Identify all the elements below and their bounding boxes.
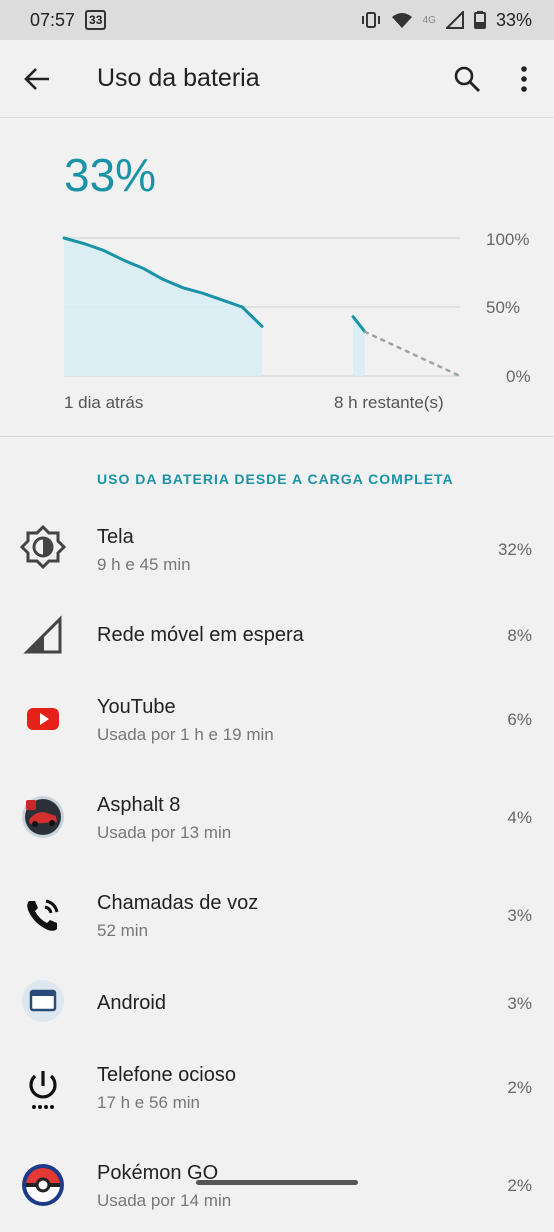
usage-item-pokemon-go[interactable]: Pokémon GO Usada por 14 min 2% bbox=[0, 1142, 554, 1232]
battery-percent: 33% bbox=[495, 9, 532, 30]
section-divider bbox=[0, 436, 554, 437]
notification-badge: 33 bbox=[85, 10, 107, 30]
more-options-icon[interactable] bbox=[512, 64, 536, 94]
cell-signal-icon bbox=[23, 615, 62, 654]
power-idle-icon bbox=[29, 1071, 57, 1109]
usage-item-detail: 9 h e 45 min bbox=[97, 555, 191, 574]
usage-item-name: YouTube bbox=[97, 696, 176, 718]
usage-item-detail: Usada por 1 h e 19 min bbox=[97, 725, 274, 744]
battery-icon bbox=[473, 11, 486, 29]
wifi-icon bbox=[391, 13, 412, 28]
y-tick-0: 0% bbox=[506, 367, 531, 386]
screen-brightness-icon bbox=[20, 524, 66, 570]
usage-item-percent: 6% bbox=[507, 710, 532, 729]
usage-item-name: Asphalt 8 bbox=[97, 794, 181, 816]
network-type: 4G bbox=[422, 14, 436, 26]
usage-item-percent: 8% bbox=[507, 626, 532, 645]
page-title: Uso da bateria bbox=[97, 64, 260, 92]
pokeball-icon bbox=[22, 1164, 64, 1206]
back-arrow-icon[interactable] bbox=[22, 64, 52, 94]
youtube-icon bbox=[27, 708, 59, 730]
usage-item-name: Tela bbox=[97, 526, 134, 548]
vibrate-icon bbox=[361, 12, 380, 28]
usage-item-percent: 3% bbox=[507, 906, 532, 925]
usage-item-tela[interactable]: Tela 9 h e 45 min 32% bbox=[0, 504, 554, 594]
usage-item-name: Telefone ocioso bbox=[97, 1064, 236, 1086]
asphalt8-icon bbox=[22, 796, 64, 838]
y-tick-100: 100% bbox=[486, 230, 530, 249]
usage-item-percent: 3% bbox=[507, 994, 532, 1013]
battery-history-chart bbox=[62, 236, 462, 378]
usage-item-android[interactable]: Android 3% bbox=[0, 958, 554, 1048]
battery-projection-line bbox=[363, 330, 462, 378]
x-label-end: 8 h restante(s) bbox=[334, 393, 444, 412]
usage-item-detail: 52 min bbox=[97, 921, 149, 940]
usage-item-telefone-ocioso[interactable]: Telefone ocioso 17 h e 56 min 2% bbox=[0, 1044, 554, 1134]
usage-item-percent: 32% bbox=[497, 540, 532, 559]
section-title: USO DA BATERIA DESDE A CARGA COMPLETA bbox=[97, 471, 454, 487]
battery-area-0 bbox=[64, 238, 262, 376]
x-label-start: 1 dia atrás bbox=[64, 393, 144, 412]
status-time: 07:57 bbox=[30, 9, 76, 30]
usage-item-youtube[interactable]: YouTube Usada por 1 h e 19 min 6% bbox=[0, 676, 554, 766]
battery-level-display: 33% bbox=[64, 149, 157, 201]
usage-item-detail: Usada por 14 min bbox=[97, 1191, 232, 1210]
status-icons: 4G 33% bbox=[361, 10, 532, 31]
usage-item-name: Android bbox=[97, 992, 166, 1014]
app-bar: Uso da bateria bbox=[0, 40, 554, 118]
phone-call-icon bbox=[27, 899, 59, 931]
usage-item-rede-movel[interactable]: Rede móvel em espera 8% bbox=[0, 590, 554, 680]
usage-item-detail: 17 h e 56 min bbox=[97, 1093, 201, 1112]
usage-item-chamadas[interactable]: Chamadas de voz 52 min 3% bbox=[0, 872, 554, 962]
usage-item-percent: 2% bbox=[507, 1078, 532, 1097]
signal-icon bbox=[445, 11, 464, 29]
home-gesture-bar[interactable] bbox=[196, 1180, 358, 1185]
y-tick-50: 50% bbox=[486, 298, 521, 317]
usage-item-name: Chamadas de voz bbox=[97, 892, 259, 914]
status-bar: 07:57 33 4G 33% bbox=[0, 0, 554, 40]
android-system-icon bbox=[22, 980, 64, 1022]
usage-item-asphalt8[interactable]: Asphalt 8 Usada por 13 min 4% bbox=[0, 774, 554, 864]
usage-item-detail: Usada por 13 min bbox=[97, 823, 232, 842]
usage-item-percent: 2% bbox=[507, 1176, 532, 1195]
usage-item-percent: 4% bbox=[507, 808, 532, 827]
search-icon[interactable] bbox=[452, 64, 482, 94]
usage-item-name: Rede móvel em espera bbox=[97, 624, 304, 646]
